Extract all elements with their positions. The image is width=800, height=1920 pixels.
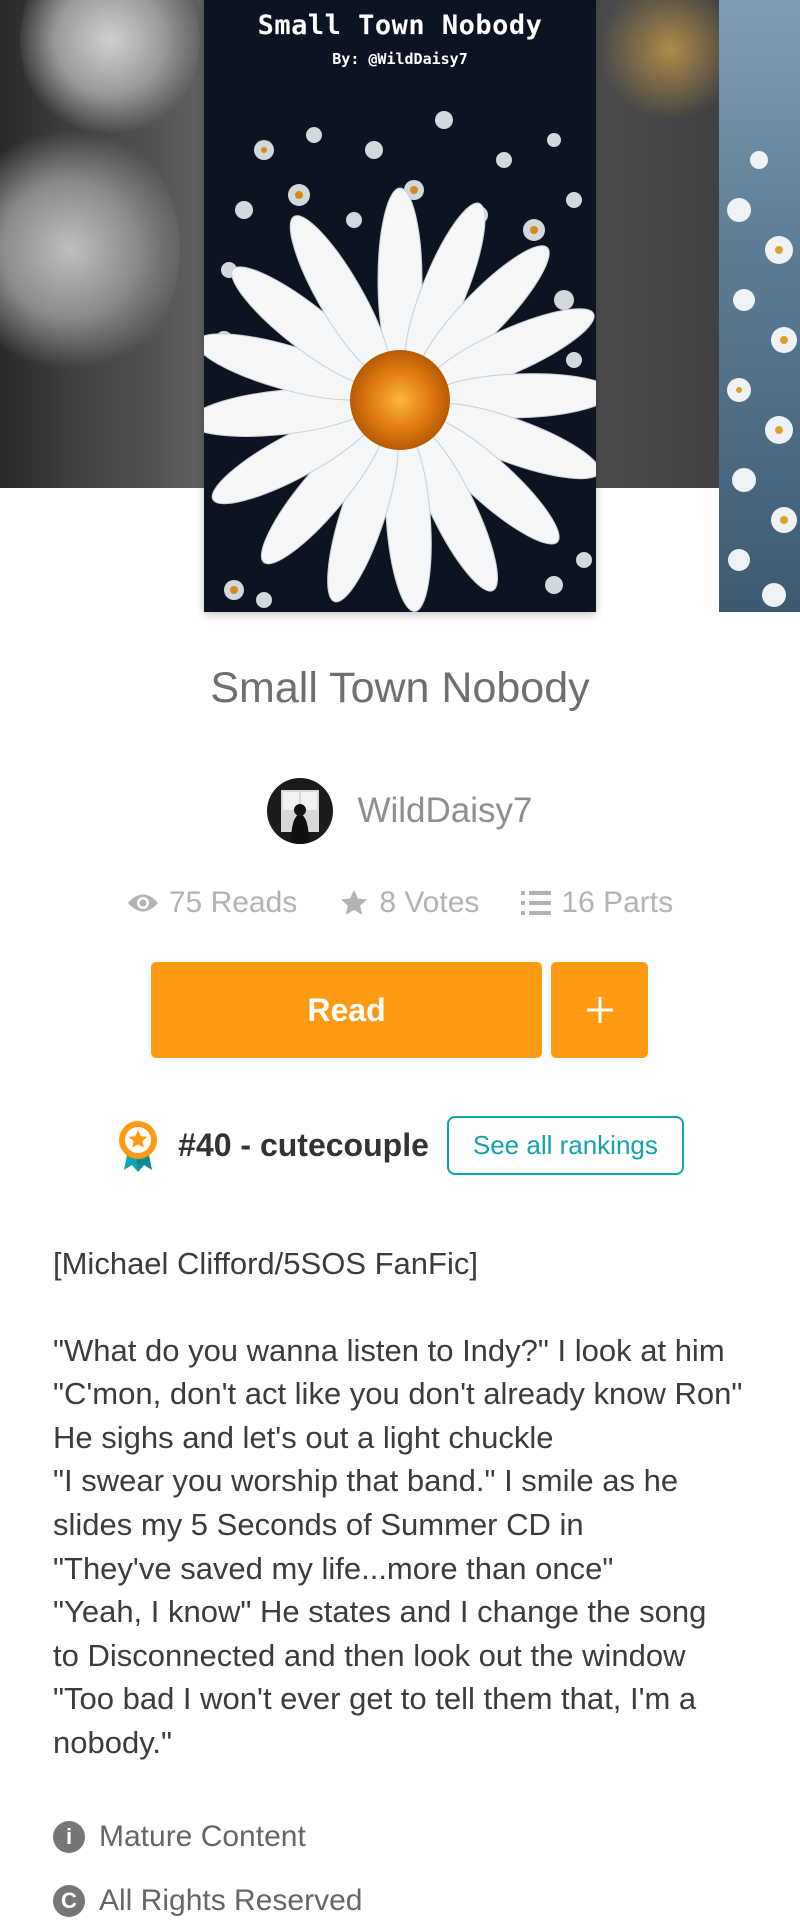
story-stats: 75 Reads 8 Votes 16 Parts	[0, 886, 800, 920]
description-line: "C'mon, don't act like you don't already…	[53, 1376, 743, 1412]
read-button[interactable]: Read	[151, 962, 542, 1058]
background-blur	[20, 0, 200, 140]
ranking-badge-icon	[119, 1120, 158, 1172]
cover-byline: By: @WildDaisy7	[332, 50, 468, 68]
description-line: "Too bad I won't ever get to tell them t…	[53, 1681, 697, 1717]
votes-stat: 8 Votes	[339, 886, 479, 920]
parts-count: 16 Parts	[561, 886, 674, 919]
author-name[interactable]: WildDaisy7	[357, 791, 532, 831]
mature-content-label: Mature Content	[99, 1820, 306, 1853]
description-line: to Disconnected and then look out the wi…	[53, 1637, 686, 1673]
author-row[interactable]: WildDaisy7	[0, 778, 800, 844]
ranking-row: #40 - cutecouple See all rankings	[0, 1116, 800, 1175]
add-to-library-button[interactable]	[551, 962, 648, 1058]
cover-title: Small Town Nobody	[257, 10, 543, 41]
info-icon: i	[53, 1821, 85, 1853]
mature-content-row: i Mature Content	[53, 1820, 306, 1854]
eye-icon	[127, 894, 158, 912]
list-icon	[521, 891, 552, 915]
author-avatar[interactable]	[267, 778, 334, 844]
daisy-illustration	[204, 111, 596, 612]
book-cover[interactable]: Small Town Nobody By: @WildDaisy7	[204, 0, 596, 612]
background-blur	[0, 120, 180, 380]
plus-icon	[586, 997, 613, 1023]
description-line: "Yeah, I know" He states and I change th…	[53, 1594, 707, 1630]
votes-count: 8 Votes	[379, 886, 480, 919]
parts-stat: 16 Parts	[521, 886, 673, 920]
description-tag: [Michael Clifford/5SOS FanFic]	[53, 1246, 478, 1281]
copyright-icon: C	[53, 1885, 85, 1917]
copyright-label: All Rights Reserved	[99, 1884, 363, 1917]
story-title: Small Town Nobody	[210, 664, 590, 712]
description-line: "They've saved my life...more than once"	[53, 1550, 614, 1586]
description-line: "What do you wanna listen to Indy?" I lo…	[53, 1332, 725, 1368]
next-cover-preview[interactable]	[719, 0, 800, 612]
story-description: [Michael Clifford/5SOS FanFic] "What do …	[53, 1242, 753, 1765]
description-line: slides my 5 Seconds of Summer CD in	[53, 1506, 584, 1542]
next-cover-illustration	[727, 151, 797, 607]
see-all-rankings-button[interactable]: See all rankings	[446, 1116, 684, 1175]
description-line: He sighs and let's out a light chuckle	[53, 1419, 554, 1455]
copyright-row: C All Rights Reserved	[53, 1884, 362, 1918]
avatar-image	[281, 790, 320, 844]
reads-count: 75 Reads	[168, 886, 298, 919]
star-icon	[341, 889, 368, 915]
description-line: "I swear you worship that band." I smile…	[53, 1463, 679, 1499]
description-line: nobody."	[53, 1724, 173, 1760]
reads-stat: 75 Reads	[127, 886, 297, 920]
ranking-text: #40 - cutecouple	[178, 1127, 429, 1163]
